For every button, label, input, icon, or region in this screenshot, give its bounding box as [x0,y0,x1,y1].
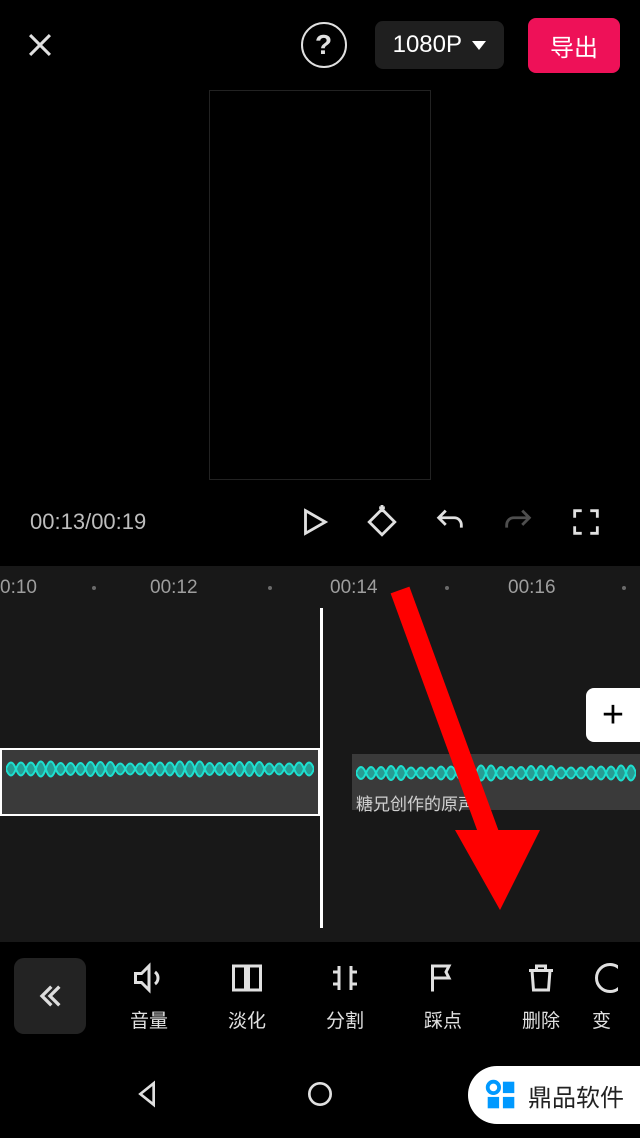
timeline-area[interactable]: + 糖兄创作的原声 [0,608,640,968]
nav-home-button[interactable] [297,1071,343,1117]
top-bar: ? 1080P 导出 [0,0,640,90]
edit-toolbar: 音量 淡化 分割 踩点 删除 变 [0,942,640,1050]
resolution-value: 1080P [393,31,462,59]
close-button[interactable] [20,25,60,65]
watermark-text: 鼎品软件 [528,1078,624,1113]
timeline-ruler[interactable]: 0:10 00:12 00:14 00:16 [0,566,640,608]
resolution-select[interactable]: 1080P [375,21,504,69]
toolbar-back-button[interactable] [14,958,86,1034]
ruler-tick: 00:12 [150,577,198,599]
play-controls: 00:13/00:19 [0,480,640,566]
waveform-icon [6,754,314,784]
keyframe-button[interactable] [358,498,406,546]
watermark-badge: 鼎品软件 [468,1066,640,1124]
ruler-dot [622,586,626,590]
clip-title: 糖兄创作的原声 [356,790,475,815]
waveform-icon [356,758,636,788]
tool-volume[interactable]: 音量 [100,960,198,1033]
playhead[interactable] [320,608,323,928]
undo-button[interactable] [426,498,474,546]
ruler-dot [268,586,272,590]
ruler-dot [445,586,449,590]
preview-area [0,90,640,480]
video-preview[interactable] [209,90,431,480]
add-clip-button[interactable]: + [586,688,640,742]
nav-back-button[interactable] [124,1071,170,1117]
export-button[interactable]: 导出 [528,18,620,73]
ruler-tick: 0:10 [0,577,37,599]
redo-button[interactable] [494,498,542,546]
tool-fade[interactable]: 淡化 [198,960,296,1033]
fullscreen-button[interactable] [562,498,610,546]
tool-split[interactable]: 分割 [296,960,394,1033]
ruler-dot [92,586,96,590]
tool-speed[interactable]: 变 [590,960,618,1033]
watermark-logo-icon [482,1076,520,1114]
audio-clip-selected[interactable] [0,748,320,816]
help-button[interactable]: ? [301,22,347,68]
ruler-tick: 00:16 [508,577,556,599]
play-button[interactable] [290,498,338,546]
tool-delete[interactable]: 删除 [492,960,590,1033]
ruler-tick: 00:14 [330,577,378,599]
timecode: 00:13/00:19 [30,509,146,535]
chevron-down-icon [472,41,486,50]
tool-beat[interactable]: 踩点 [394,960,492,1033]
